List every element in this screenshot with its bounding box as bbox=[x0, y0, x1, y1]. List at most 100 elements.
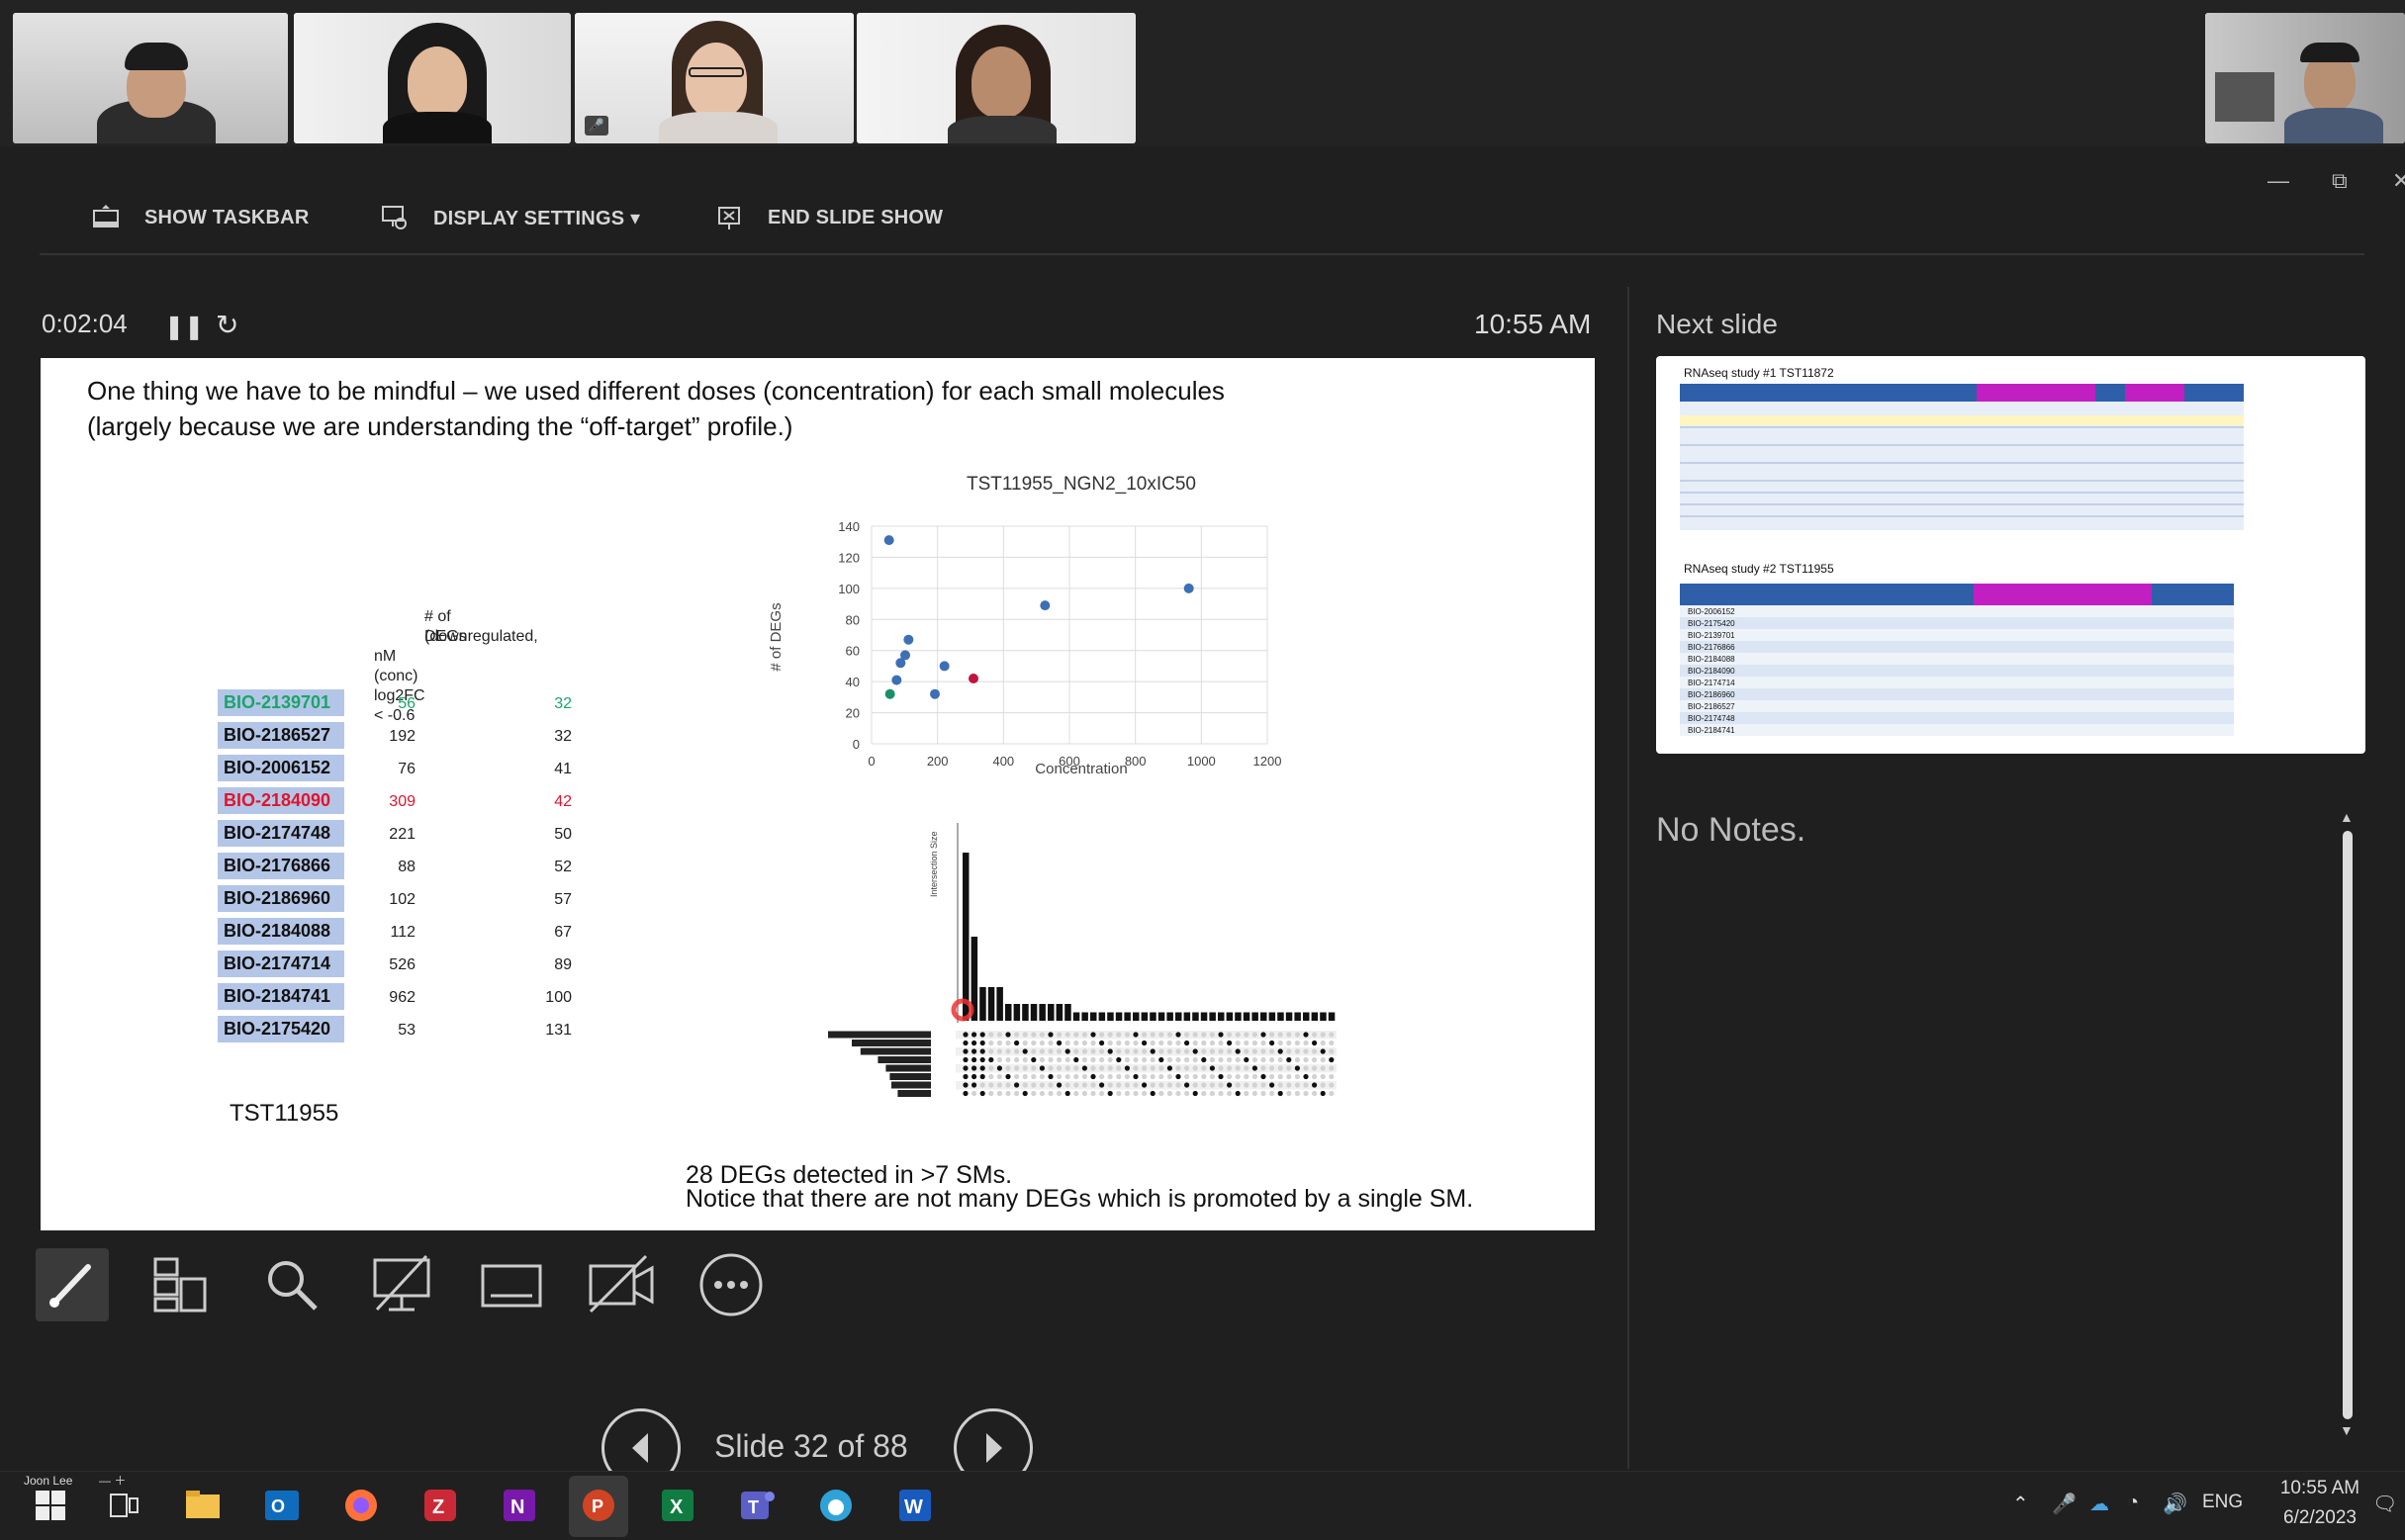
next-slide-thumbnail[interactable]: RNAseq study #1 TST11872 RNAseq study #2… bbox=[1656, 356, 2365, 754]
matrix-dot bbox=[1175, 1032, 1181, 1038]
matrix-dot bbox=[1192, 1032, 1198, 1038]
matrix-dot bbox=[979, 1032, 985, 1038]
volume-icon[interactable]: 🔊 bbox=[2163, 1492, 2187, 1516]
video-tile-participant-4[interactable] bbox=[857, 13, 1136, 143]
matrix-dot bbox=[1303, 1082, 1309, 1088]
current-time: 10:55 AM bbox=[1474, 309, 1592, 339]
edge-icon[interactable] bbox=[811, 1481, 861, 1530]
matrix-dot bbox=[1073, 1090, 1079, 1097]
upset-matrix bbox=[956, 1031, 1337, 1098]
matrix-dot bbox=[1218, 1073, 1224, 1080]
matrix-dot bbox=[1201, 1090, 1207, 1097]
onenote-icon[interactable]: N bbox=[495, 1481, 544, 1530]
notifications-icon[interactable]: 🗨 bbox=[2372, 1492, 2397, 1516]
onedrive-icon[interactable]: ☁ bbox=[2089, 1492, 2109, 1516]
matrix-dot bbox=[1294, 1090, 1300, 1097]
matrix-dot bbox=[1277, 1056, 1283, 1063]
end-slide-show-button[interactable]: END SLIDE SHOW bbox=[714, 188, 943, 247]
excel-icon[interactable]: X bbox=[653, 1481, 702, 1530]
next-table-row bbox=[1680, 700, 2234, 712]
matrix-dot bbox=[1124, 1040, 1130, 1046]
chart-axes: 0204060801001201400 200 400 600 800 1000 1200 bbox=[838, 519, 1281, 769]
task-view-icon[interactable] bbox=[99, 1481, 148, 1530]
intersection-bar bbox=[1235, 1012, 1242, 1021]
matrix-dot bbox=[1133, 1065, 1139, 1071]
firefox-icon[interactable] bbox=[336, 1481, 386, 1530]
matrix-dot bbox=[1064, 1032, 1070, 1038]
compound-deg-count: 67 bbox=[554, 924, 572, 941]
set-size-bar bbox=[860, 1047, 931, 1055]
camera-toggle-button[interactable] bbox=[585, 1248, 658, 1321]
matrix-dot bbox=[1303, 1040, 1309, 1046]
scatter-point bbox=[883, 535, 894, 546]
svg-text:O: O bbox=[271, 1496, 285, 1516]
pen-laser-tool-button[interactable] bbox=[36, 1248, 109, 1321]
matrix-dot bbox=[971, 1073, 977, 1080]
next-table-row bbox=[1680, 605, 2234, 617]
display-settings-button[interactable]: DISPLAY SETTINGS ▾ bbox=[380, 188, 640, 247]
scatter-chart: TST11955_NGN2_10xIC50 0 20 40 60 80 100 120 140… bbox=[768, 474, 1281, 777]
svg-text:W: W bbox=[904, 1496, 923, 1518]
notes-scrollbar[interactable]: ▲ ▼ bbox=[2337, 809, 2359, 1440]
deg-table-row: BIO-2174748 221 50 bbox=[176, 820, 592, 847]
matrix-dot bbox=[1107, 1073, 1113, 1080]
compound-concentration: 88 bbox=[398, 859, 416, 875]
intersection-bar bbox=[987, 987, 995, 1021]
subtitles-button[interactable] bbox=[475, 1248, 548, 1321]
restart-timer-icon[interactable]: ↻ bbox=[216, 309, 238, 341]
matrix-dot bbox=[1166, 1040, 1172, 1046]
matrix-dot bbox=[1158, 1048, 1164, 1054]
matrix-dot bbox=[1166, 1048, 1172, 1054]
black-screen-button[interactable] bbox=[365, 1248, 438, 1321]
compound-name: BIO-2184088 bbox=[218, 918, 344, 945]
word-icon[interactable]: W bbox=[890, 1481, 940, 1530]
video-tile-participant-2[interactable] bbox=[294, 13, 571, 143]
video-tile-participant-1[interactable] bbox=[13, 13, 288, 143]
scatter-point bbox=[969, 674, 978, 683]
compound-name: BIO-2176866 bbox=[218, 853, 344, 879]
more-icon bbox=[699, 1253, 763, 1316]
video-tile-self[interactable] bbox=[2205, 13, 2405, 143]
matrix-dot bbox=[1073, 1082, 1079, 1088]
matrix-dot bbox=[971, 1048, 977, 1054]
matrix-dot bbox=[1048, 1032, 1054, 1038]
chart-points bbox=[883, 535, 1194, 699]
powerpoint-icon[interactable]: P bbox=[574, 1481, 623, 1530]
scatter-point bbox=[891, 675, 902, 685]
compound-name: BIO-2139701 bbox=[218, 689, 344, 716]
microphone-icon[interactable]: 🎤 bbox=[2052, 1492, 2077, 1516]
see-all-slides-button[interactable] bbox=[144, 1248, 218, 1321]
matrix-dot bbox=[1329, 1065, 1335, 1071]
windows-start-icon[interactable] bbox=[26, 1481, 75, 1530]
matrix-dot bbox=[1150, 1090, 1156, 1097]
tray-clock[interactable]: 10:55 AM 6/2/2023 bbox=[2266, 1478, 2374, 1529]
scroll-up-icon[interactable]: ▲ bbox=[2340, 809, 2354, 825]
matrix-dot bbox=[1014, 1048, 1020, 1054]
zotero-icon[interactable]: Z bbox=[416, 1481, 465, 1530]
scroll-thumb[interactable] bbox=[2343, 831, 2353, 1419]
scroll-down-icon[interactable]: ▼ bbox=[2340, 1422, 2354, 1438]
matrix-dot bbox=[1286, 1056, 1292, 1063]
file-explorer-icon[interactable] bbox=[178, 1481, 228, 1530]
language-indicator[interactable]: ENG bbox=[2202, 1492, 2243, 1513]
matrix-dot bbox=[1014, 1065, 1020, 1071]
more-options-button[interactable] bbox=[694, 1248, 768, 1321]
matrix-dot bbox=[1099, 1073, 1105, 1080]
pause-icon[interactable]: ❚❚ bbox=[164, 313, 204, 341]
matrix-dot bbox=[1099, 1048, 1105, 1054]
zoom-button[interactable] bbox=[255, 1248, 328, 1321]
matrix-dot bbox=[1158, 1073, 1164, 1080]
wifi-icon[interactable]: ◔ bbox=[2127, 1492, 2139, 1514]
intersection-bar bbox=[1157, 1012, 1165, 1021]
upset-bars bbox=[963, 853, 1336, 1021]
pane-divider[interactable] bbox=[1627, 287, 1629, 1469]
matrix-dot bbox=[1081, 1040, 1087, 1046]
show-taskbar-button[interactable]: SHOW TASKBAR bbox=[91, 188, 309, 247]
matrix-dot bbox=[1090, 1073, 1096, 1080]
y-tick-label: 100 bbox=[838, 582, 860, 596]
show-hidden-icons[interactable]: ⌃ bbox=[2012, 1492, 2029, 1516]
outlook-icon[interactable]: O bbox=[257, 1481, 307, 1530]
matrix-dot bbox=[1235, 1040, 1241, 1046]
teams-icon[interactable]: T bbox=[732, 1481, 782, 1530]
video-tile-participant-3[interactable]: 🎤 bbox=[575, 13, 854, 143]
